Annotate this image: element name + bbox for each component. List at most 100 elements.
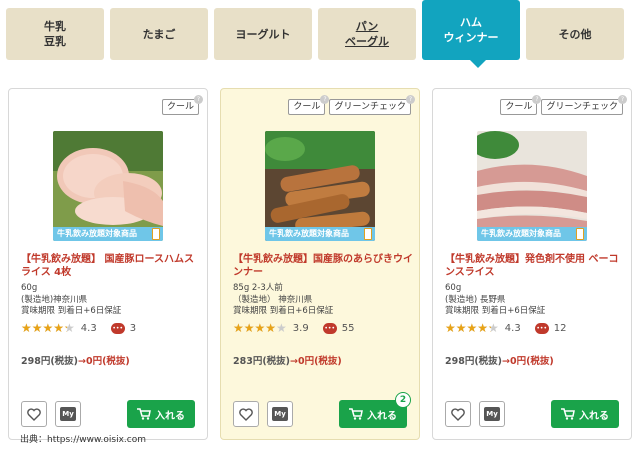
comment-icon: •••: [110, 322, 125, 334]
product-title[interactable]: 【牛乳飲み放題】 国産豚ロースハムスライス 4枚: [21, 253, 201, 279]
origin-text: (製造地)神奈川県: [21, 294, 88, 305]
comment-count: 55: [341, 322, 355, 334]
price: 283円(税抜)→0円(税抜): [233, 356, 342, 367]
help-icon: ?: [320, 95, 330, 104]
origin-text: (製造地) 長野県: [445, 294, 506, 305]
promo-band: 牛乳飲み放題対象商品: [265, 227, 375, 241]
cart-icon: [349, 408, 363, 420]
tab-label: たまご: [142, 27, 176, 41]
favorite-button[interactable]: [233, 401, 259, 427]
star-rating-icon: ★★★★★★★★★★: [21, 321, 75, 335]
heart-icon: [451, 407, 465, 421]
my-icon: My: [272, 407, 288, 421]
expiry-text: 賞味期限 到着日+6日保証: [233, 306, 334, 316]
sale-price: →0円(税抜): [290, 356, 342, 367]
comment-icon: •••: [534, 322, 549, 334]
tab-label: 牛乳 豆乳: [44, 20, 66, 48]
tab-ham-wiener[interactable]: ハム ウィンナー: [422, 0, 520, 60]
tab-label: ハム ウィンナー: [443, 16, 499, 44]
product-card-bacon: クール? グリーンチェック? 牛乳飲み放題対象商品 【牛乳飲み放題】発色剤不使用…: [432, 88, 632, 440]
active-tab-pointer: [470, 60, 486, 68]
source-credit: 出典：https://www.oisix.com: [20, 435, 146, 445]
tab-milk-soymilk[interactable]: 牛乳 豆乳: [6, 8, 104, 60]
badge-group: クール? グリーンチェック?: [288, 95, 415, 115]
help-icon: ?: [618, 95, 627, 104]
milk-icon: [152, 228, 160, 240]
weight-text: 60g: [21, 283, 38, 293]
star-rating-icon: ★★★★★★★★★★: [445, 321, 499, 335]
comment-count: 12: [553, 322, 567, 334]
help-icon: ?: [194, 95, 203, 104]
tab-bread-bagel[interactable]: パン ベーグル: [318, 8, 416, 60]
my-icon: My: [60, 407, 76, 421]
promo-band: 牛乳飲み放題対象商品: [477, 227, 587, 241]
tab-eggs[interactable]: たまご: [110, 8, 208, 60]
add-label: 入れる: [579, 410, 609, 422]
rating-value: 4.3: [504, 322, 521, 334]
product-card-ham: クール? 牛乳飲み放題対象商品 【牛乳飲み放題】 国産豚ロースハムスライス 4枚…: [8, 88, 208, 440]
bacon-slices-photo: [477, 131, 587, 241]
cart-icon: [561, 408, 575, 420]
rating-value: 4.3: [80, 322, 97, 334]
origin-text: （製造地） 神奈川県: [233, 294, 313, 305]
my-list-button[interactable]: My: [479, 401, 505, 427]
milk-icon: [364, 228, 372, 240]
price: 298円(税抜)→0円(税抜): [445, 356, 554, 367]
cool-badge: クール?: [500, 95, 542, 115]
tab-label: パン ベーグル: [345, 20, 389, 48]
product-image[interactable]: 牛乳飲み放題対象商品: [477, 131, 587, 241]
cart-count-badge: 2: [395, 392, 411, 408]
green-check-badge: グリーンチェック?: [541, 95, 627, 115]
product-info: 60g (製造地)神奈川県 賞味期限 到着日+6日保証: [21, 283, 201, 318]
cool-badge: クール?: [288, 95, 330, 115]
add-to-cart-button[interactable]: 入れる: [551, 400, 619, 428]
rating: ★★★★★★★★★★ 4.3 ••• 12: [445, 321, 566, 335]
weight-text: 60g: [445, 283, 462, 293]
product-image[interactable]: 牛乳飲み放題対象商品: [265, 131, 375, 241]
star-rating-icon: ★★★★★★★★★★: [233, 321, 287, 335]
weight-text: 85g 2-3人前: [233, 283, 283, 293]
tab-other[interactable]: その他: [526, 8, 624, 60]
ham-slices-photo: [53, 131, 163, 241]
badge-group: クール?: [161, 95, 203, 115]
my-icon: My: [484, 407, 500, 421]
sale-price: →0円(税抜): [502, 356, 554, 367]
product-title[interactable]: 【牛乳飲み放題】発色剤不使用 ベーコンスライス: [445, 253, 625, 279]
product-card-wiener: クール? グリーンチェック? 牛乳飲み放題対象商品 【牛乳飲み放題】国産豚のあら…: [220, 88, 420, 440]
add-label: 入れる: [155, 410, 185, 422]
comment-icon: •••: [322, 322, 337, 334]
add-label: 入れる: [367, 410, 397, 422]
heart-icon: [27, 407, 41, 421]
tab-yogurt[interactable]: ヨーグルト: [214, 8, 312, 60]
tab-label: その他: [558, 27, 592, 41]
sale-price: →0円(税抜): [78, 356, 130, 367]
comment-count: 3: [129, 322, 137, 334]
expiry-text: 賞味期限 到着日+6日保証: [21, 306, 122, 316]
rating: ★★★★★★★★★★ 4.3 ••• 3: [21, 321, 136, 335]
product-title[interactable]: 【牛乳飲み放題】国産豚のあらびきウインナー: [233, 253, 413, 279]
cart-icon: [137, 408, 151, 420]
product-info: 85g 2-3人前 （製造地） 神奈川県 賞味期限 到着日+6日保証: [233, 283, 413, 318]
cool-badge: クール?: [161, 95, 203, 115]
help-icon: ?: [406, 95, 415, 104]
sausages-photo: [265, 131, 375, 241]
milk-icon: [576, 228, 584, 240]
tab-label: ヨーグルト: [235, 27, 291, 41]
rating: ★★★★★★★★★★ 3.9 ••• 55: [233, 321, 354, 335]
help-icon: ?: [532, 95, 542, 104]
green-check-badge: グリーンチェック?: [329, 95, 415, 115]
expiry-text: 賞味期限 到着日+6日保証: [445, 306, 546, 316]
rating-value: 3.9: [292, 322, 309, 334]
heart-icon: [239, 407, 253, 421]
product-image[interactable]: 牛乳飲み放題対象商品: [53, 131, 163, 241]
product-info: 60g (製造地) 長野県 賞味期限 到着日+6日保証: [445, 283, 625, 318]
add-to-cart-button[interactable]: 入れる: [127, 400, 195, 428]
price: 298円(税抜)→0円(税抜): [21, 356, 130, 367]
badge-group: クール? グリーンチェック?: [500, 95, 627, 115]
my-list-button[interactable]: My: [55, 401, 81, 427]
my-list-button[interactable]: My: [267, 401, 293, 427]
category-tabs: 牛乳 豆乳 たまご ヨーグルト パン ベーグル ハム ウィンナー その他: [6, 0, 634, 68]
promo-band: 牛乳飲み放題対象商品: [53, 227, 163, 241]
favorite-button[interactable]: [21, 401, 47, 427]
favorite-button[interactable]: [445, 401, 471, 427]
